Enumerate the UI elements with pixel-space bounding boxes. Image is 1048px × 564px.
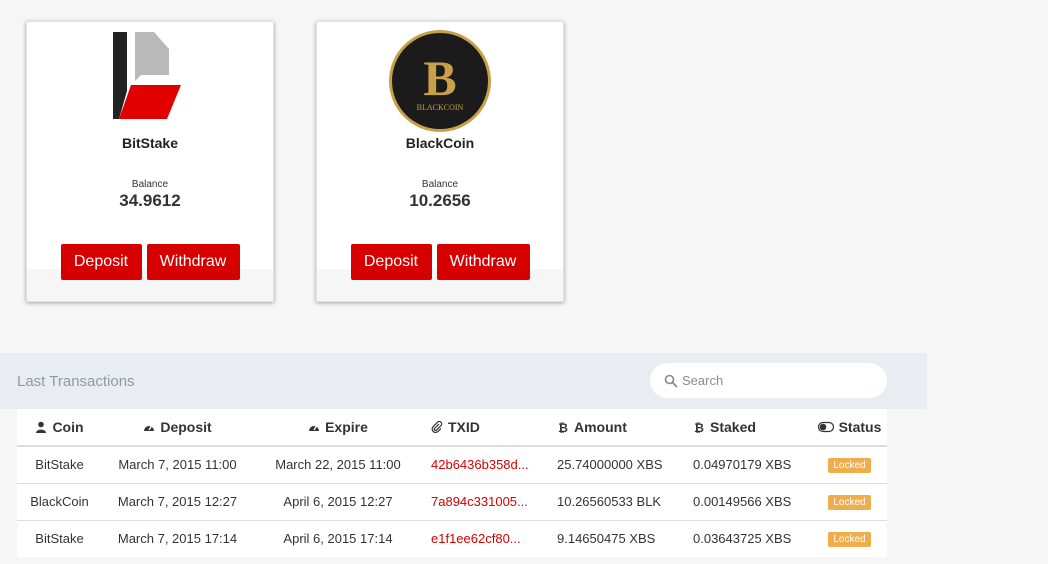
column-label: TXID [448, 419, 480, 435]
column-header-status[interactable]: Status [812, 409, 887, 447]
cell-txid-link[interactable]: 7a894c331005... [423, 482, 549, 520]
column-header-txid[interactable]: TXID [423, 409, 549, 447]
coin-card-blackcoin: B BLACKCOIN BlackCoin Balance 10.2656 De… [316, 21, 564, 302]
paperclip-icon [431, 421, 443, 433]
coin-name: BlackCoin [405, 135, 475, 151]
column-label: Staked [710, 419, 756, 435]
cell-amount: 10.26560533 BLK [549, 482, 685, 520]
card-actions: Deposit Withdraw [27, 244, 273, 280]
svg-text:B: B [423, 50, 456, 106]
cell-expire: April 6, 2015 12:27 [253, 482, 423, 520]
column-header-amount[interactable]: ₿ Amount [549, 409, 685, 447]
deposit-button[interactable]: Deposit [60, 244, 142, 280]
column-label: Coin [52, 419, 84, 435]
balance-value: 34.9612 [119, 191, 181, 210]
dashboard-icon [309, 425, 320, 431]
cell-status: Locked [812, 519, 887, 557]
bitstake-logo-icon [113, 32, 181, 119]
cell-staked: 0.04970179 XBS [685, 445, 812, 483]
cell-txid-link[interactable]: e1f1ee62cf80... [423, 519, 549, 557]
blackcoin-logo-text: BLACKCOIN [417, 103, 464, 112]
cell-txid-link[interactable]: 42b6436b358d... [423, 445, 549, 483]
bitcoin-icon: ₿ [558, 421, 568, 433]
status-badge: Locked [828, 495, 871, 510]
column-header-expire[interactable]: Expire [253, 409, 423, 447]
transactions-title: Last Transactions [17, 373, 135, 390]
svg-text:₿: ₿ [694, 421, 704, 433]
table-row[interactable]: BitStake March 7, 2015 11:00 March 22, 2… [17, 445, 887, 483]
cell-status: Locked [812, 482, 887, 520]
table-header-row: Coin Deposit Expire TXID ₿ Amount ₿ Staked… [17, 409, 887, 447]
cell-coin: BlackCoin [17, 482, 102, 520]
search-input[interactable] [682, 363, 877, 398]
search-box [650, 363, 887, 398]
cell-coin: BitStake [17, 519, 102, 557]
balance-label: Balance [131, 179, 169, 190]
transactions-table: Coin Deposit Expire TXID ₿ Amount ₿ Staked… [17, 409, 887, 557]
withdraw-button[interactable]: Withdraw [436, 244, 530, 280]
column-label: Status [838, 419, 882, 435]
column-header-coin[interactable]: Coin [17, 409, 102, 447]
cell-staked: 0.03643725 XBS [685, 519, 812, 557]
withdraw-button[interactable]: Withdraw [146, 244, 240, 280]
cell-deposit: March 7, 2015 11:00 [102, 445, 253, 483]
cell-amount: 25.74000000 XBS [549, 445, 685, 483]
table-row[interactable]: BitStake March 7, 2015 17:14 April 6, 20… [17, 519, 887, 557]
column-label: Amount [574, 419, 627, 435]
card-actions: Deposit Withdraw [317, 244, 563, 280]
transactions-header: Last Transactions [0, 353, 927, 409]
cell-amount: 9.14650475 XBS [549, 519, 685, 557]
column-header-deposit[interactable]: Deposit [102, 409, 253, 447]
cell-expire: March 22, 2015 11:00 [253, 445, 423, 483]
status-badge: Locked [828, 532, 871, 548]
cell-staked: 0.00149566 XBS [685, 482, 812, 520]
cell-deposit: March 7, 2015 17:14 [102, 519, 253, 557]
balance-label: Balance [421, 179, 459, 190]
column-header-staked[interactable]: ₿ Staked [685, 409, 812, 447]
column-label: Deposit [160, 419, 212, 435]
toggle-icon [817, 421, 834, 433]
status-badge: Locked [828, 458, 871, 474]
cell-coin: BitStake [17, 445, 102, 483]
coin-name: BitStake [121, 135, 179, 151]
blackcoin-logo-icon: B BLACKCOIN [389, 30, 491, 132]
column-label: Expire [325, 419, 368, 435]
dashboard-icon [144, 425, 155, 431]
table-row[interactable]: BlackCoin March 7, 2015 12:27 April 6, 2… [17, 482, 887, 520]
coin-card-bitstake: BitStake Balance 34.9612 Deposit Withdra… [26, 21, 274, 302]
cell-deposit: March 7, 2015 12:27 [102, 482, 253, 520]
cell-status: Locked [812, 445, 887, 483]
balance-value: 10.2656 [409, 191, 471, 210]
bitcoin-icon: ₿ [694, 421, 704, 433]
search-icon [664, 374, 678, 388]
deposit-button[interactable]: Deposit [350, 244, 432, 280]
svg-text:₿: ₿ [558, 421, 568, 433]
user-icon [36, 421, 47, 433]
cell-expire: April 6, 2015 17:14 [253, 519, 423, 557]
